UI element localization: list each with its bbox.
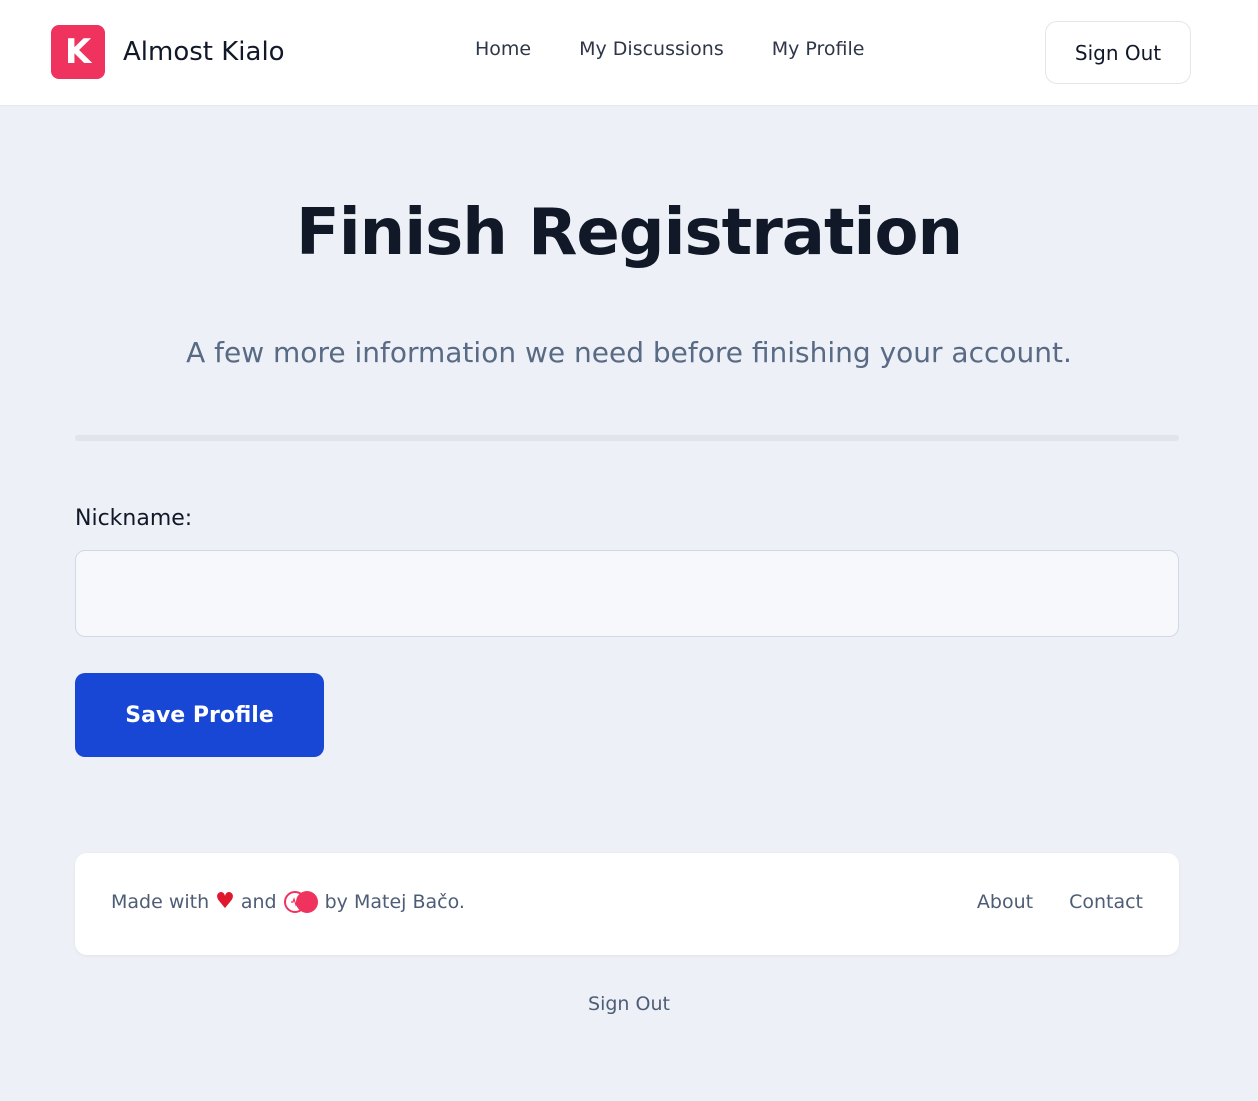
bottom-sign-out: Sign Out — [0, 993, 1258, 1015]
nav-my-discussions[interactable]: My Discussions — [579, 38, 724, 60]
brand-name: Almost Kialo — [123, 37, 285, 67]
footer-and: and — [240, 890, 277, 913]
nickname-input[interactable] — [75, 550, 1179, 637]
save-profile-button[interactable]: Save Profile — [75, 673, 324, 757]
main-nav: Home My Discussions My Profile — [475, 38, 865, 60]
nav-my-profile[interactable]: My Profile — [772, 38, 865, 60]
footer-links: About Contact — [941, 891, 1143, 913]
bottom-sign-out-link[interactable]: Sign Out — [588, 993, 670, 1015]
footer-about-link[interactable]: About — [977, 891, 1033, 913]
nav-home[interactable]: Home — [475, 38, 531, 60]
nickname-label: Nickname: — [75, 506, 193, 531]
sign-out-button[interactable]: Sign Out — [1045, 21, 1191, 84]
footer-card: Made with ♥ and by Matej Bačo. About Con… — [75, 853, 1179, 955]
page-subtitle: A few more information we need before fi… — [186, 336, 1072, 369]
brand[interactable]: K Almost Kialo — [51, 25, 285, 79]
divider — [75, 435, 1179, 441]
footer-made-with: Made with — [111, 890, 210, 913]
top-navbar: K Almost Kialo Home My Discussions My Pr… — [0, 0, 1258, 106]
heart-icon: ♥ — [215, 889, 235, 914]
footer-author: by Matej Bačo. — [324, 890, 465, 913]
logo-icon: K — [51, 25, 105, 79]
toggle-icon — [283, 890, 319, 914]
page-title: Finish Registration — [295, 196, 963, 270]
footer-credit: Made with ♥ and by Matej Bačo. — [111, 889, 465, 914]
footer-contact-link[interactable]: Contact — [1069, 891, 1143, 913]
